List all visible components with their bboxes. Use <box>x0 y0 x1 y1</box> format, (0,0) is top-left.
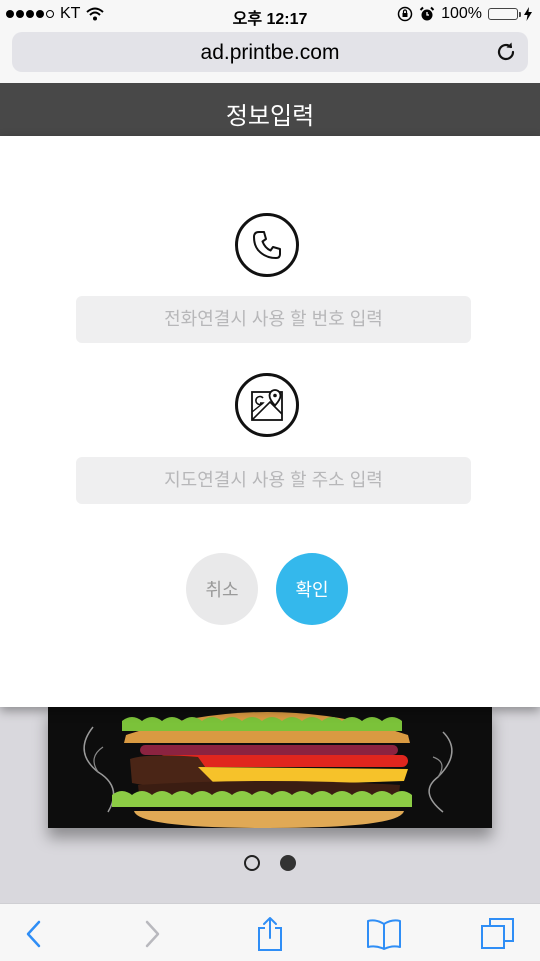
back-arrow-icon <box>26 920 41 948</box>
alarm-icon <box>419 6 435 21</box>
burger-image <box>48 707 492 828</box>
carousel-dot-2[interactable] <box>280 855 296 871</box>
phone-number-input[interactable] <box>76 296 471 343</box>
carousel-indicator <box>0 855 540 871</box>
tabs-icon <box>481 918 514 949</box>
browser-toolbar <box>0 903 540 961</box>
dialog-title: 정보입력 <box>225 103 315 130</box>
dialog-header: 정보입력 <box>0 83 540 136</box>
forward-arrow-icon <box>145 920 160 948</box>
bookmarks-button[interactable] <box>366 916 402 952</box>
battery-icon <box>488 8 521 20</box>
battery-percent: 100% <box>441 5 482 22</box>
map-pin-icon <box>235 373 299 437</box>
reload-icon[interactable] <box>494 40 518 64</box>
share-button[interactable] <box>252 916 288 952</box>
rotation-lock-icon <box>397 6 413 22</box>
status-right: 100% <box>397 5 532 23</box>
address-bar[interactable]: ad.printbe.com <box>12 32 528 72</box>
carousel-dot-1[interactable] <box>244 855 260 871</box>
url-text[interactable]: ad.printbe.com <box>12 41 528 65</box>
share-icon <box>258 917 282 951</box>
back-button[interactable] <box>16 916 52 952</box>
browser-url-area: ad.printbe.com <box>0 28 540 83</box>
bookmarks-icon <box>367 919 401 950</box>
tabs-button[interactable] <box>480 916 516 952</box>
map-address-input[interactable] <box>76 457 471 504</box>
status-bar: KT 오후 12:17 100% <box>0 0 540 28</box>
forward-button[interactable] <box>134 916 170 952</box>
info-input-dialog: 취소 확인 <box>0 136 540 707</box>
confirm-button[interactable]: 확인 <box>276 553 348 625</box>
charging-icon <box>524 7 532 21</box>
cancel-button[interactable]: 취소 <box>186 553 258 625</box>
phone-icon <box>235 213 299 277</box>
burger-banner-image <box>48 707 492 828</box>
